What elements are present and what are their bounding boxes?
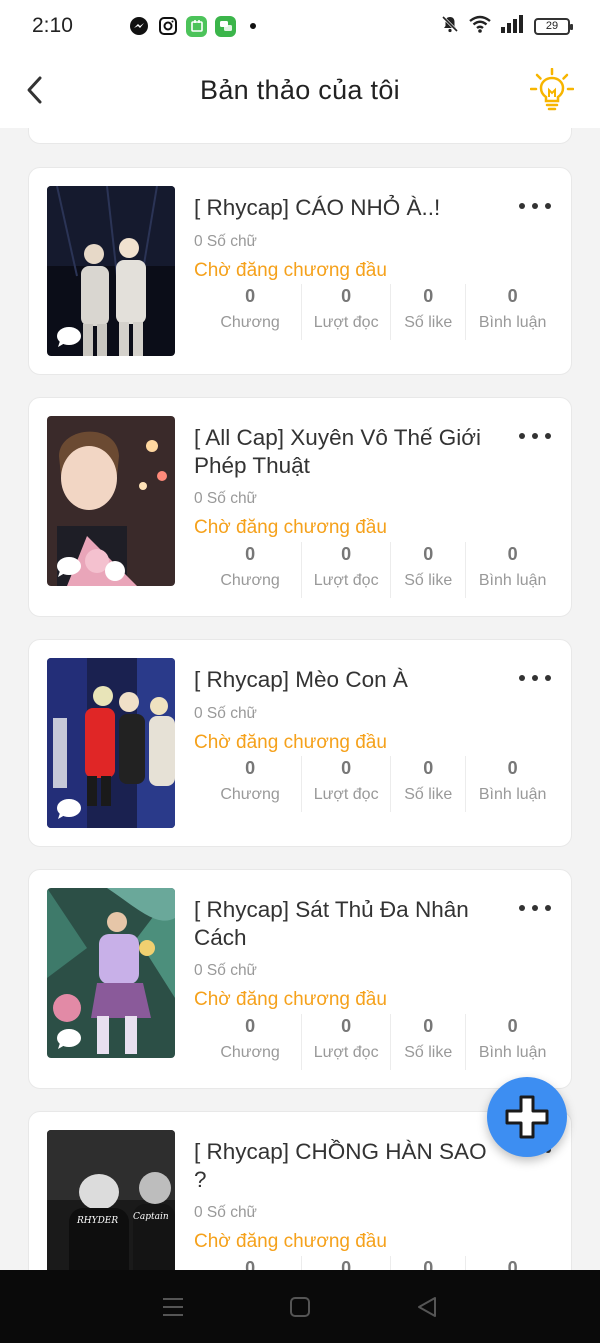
draft-stats: 0Chương 0Lượt đọc 0Số like 0Bình luận	[199, 284, 559, 340]
stat-likes: 0Số like	[391, 542, 467, 598]
chat-icon	[215, 15, 236, 37]
draft-status: Chờ đăng chương đầu	[194, 989, 387, 1010]
cover-image[interactable]	[47, 186, 175, 356]
lightbulb-icon	[529, 67, 575, 111]
plus-icon	[505, 1095, 549, 1139]
messenger-icon	[128, 16, 149, 37]
stat-likes: 0Số like	[391, 1014, 467, 1070]
status-time: 2:10	[32, 14, 73, 37]
draft-card[interactable]: [ All Cap] Xuyên Vô Thế Giới Phép Thuật …	[28, 397, 572, 617]
word-count: 0 Số chữ	[194, 1204, 257, 1221]
stat-chapters: 0Chương	[199, 1256, 303, 1270]
menu-icon	[163, 1297, 184, 1316]
system-back-button[interactable]	[407, 1287, 447, 1327]
status-indicators: 29	[440, 14, 573, 39]
mute-icon	[440, 14, 460, 39]
signal-icon	[500, 14, 526, 39]
draft-card[interactable]: [ Rhycap] CÁO NHỎ À..! 0 Số chữ Chờ đăng…	[28, 167, 572, 375]
back-button[interactable]	[24, 70, 52, 110]
draft-card[interactable]: [ Rhycap] Mèo Con À 0 Số chữ Chờ đăng ch…	[28, 639, 572, 847]
app-bar: Bản thảo của tôi	[0, 52, 600, 128]
draft-status: Chờ đăng chương đầu	[194, 1231, 387, 1252]
stat-reads: 0Lượt đọc	[302, 284, 392, 340]
app-icon	[186, 15, 207, 37]
stat-likes: 0Số like	[391, 284, 467, 340]
draft-title[interactable]: [ Rhycap] CHỒNG HÀN SAO ?	[194, 1138, 504, 1194]
draft-title[interactable]: [ Rhycap] Mèo Con À	[194, 666, 504, 694]
stat-reads: 0Lượt đọc	[302, 1014, 392, 1070]
stat-comments: 0Bình luận	[478, 1016, 547, 1061]
cover-image[interactable]	[47, 888, 175, 1058]
word-count: 0 Số chữ	[194, 490, 257, 507]
cover-text: Captain	[133, 1212, 169, 1222]
system-nav-bar	[0, 1270, 600, 1343]
cover-image[interactable]: RHYDER Captain	[47, 1130, 175, 1270]
wifi-icon	[468, 14, 492, 39]
stat-chapters: 0Chương	[199, 1014, 303, 1070]
add-draft-button[interactable]	[487, 1077, 567, 1157]
more-options-button[interactable]	[519, 426, 551, 446]
word-count: 0 Số chữ	[194, 962, 257, 979]
cover-image[interactable]	[47, 416, 175, 586]
word-count: 0 Số chữ	[194, 233, 257, 250]
draft-card[interactable]: [ Rhycap] Sát Thủ Đa Nhân Cách 0 Số chữ …	[28, 869, 572, 1089]
draft-title[interactable]: [ All Cap] Xuyên Vô Thế Giới Phép Thuật	[194, 424, 504, 480]
stat-chapters: 0Chương	[199, 756, 303, 812]
draft-stats: 0Chương 0Lượt đọc 0Số like 0Bình luận	[199, 756, 559, 812]
stat-comments: 0Bình luận	[478, 544, 547, 589]
chevron-left-icon	[27, 76, 42, 104]
tips-button[interactable]	[529, 67, 575, 112]
stat-chapters: 0Chương	[199, 542, 303, 598]
stat-comments: 0Bình luận	[507, 1258, 518, 1270]
comment-bubble-icon	[57, 557, 81, 577]
stat-comments: 0Bình luận	[478, 286, 547, 331]
draft-status: Chờ đăng chương đầu	[194, 517, 387, 538]
home-square-icon	[289, 1296, 310, 1317]
comment-bubble-icon	[57, 327, 81, 347]
draft-status: Chờ đăng chương đầu	[194, 260, 387, 281]
more-options-button[interactable]	[519, 196, 551, 216]
stat-chapters: 0Chương	[199, 284, 303, 340]
draft-stats: 0Chương 0Lượt đọc 0Số like 0Bình luận	[199, 542, 559, 598]
draft-title[interactable]: [ Rhycap] Sát Thủ Đa Nhân Cách	[194, 896, 504, 952]
comment-bubble-icon	[57, 799, 81, 819]
stat-likes: 0Số like	[391, 756, 467, 812]
draft-card-partial[interactable]	[28, 128, 572, 144]
recent-apps-button[interactable]	[153, 1287, 193, 1327]
battery-indicator: 29	[534, 17, 573, 35]
notification-dot	[250, 23, 256, 29]
status-bar: 2:10 29	[0, 0, 600, 52]
cover-image[interactable]	[47, 658, 175, 828]
home-button[interactable]	[280, 1287, 320, 1327]
comment-bubble-icon	[57, 1029, 81, 1049]
more-options-button[interactable]	[519, 898, 551, 918]
more-options-button[interactable]	[519, 668, 551, 688]
stat-reads: 0Lượt đọc	[302, 756, 392, 812]
draft-status: Chờ đăng chương đầu	[194, 732, 387, 753]
draft-stats: 0Chương 0Lượt đọc 0Số like 0Bình luận	[199, 1014, 559, 1070]
cover-text: RHYDER	[77, 1216, 119, 1226]
page-title: Bản thảo của tôi	[200, 74, 400, 105]
draft-stats: 0Chương 0Lượt đọc 0Số like 0Bình luận	[199, 1256, 559, 1270]
draft-title[interactable]: [ Rhycap] CÁO NHỎ À..!	[194, 194, 504, 222]
word-count: 0 Số chữ	[194, 705, 257, 722]
status-app-icons	[128, 15, 256, 37]
stat-likes: 0Số like	[391, 1256, 467, 1270]
stat-reads: 0Lượt đọc	[302, 542, 392, 598]
instagram-icon	[157, 16, 178, 37]
stat-comments: 0Bình luận	[478, 758, 547, 803]
back-triangle-icon	[417, 1296, 436, 1317]
stat-reads: 0Lượt đọc	[302, 1256, 392, 1270]
